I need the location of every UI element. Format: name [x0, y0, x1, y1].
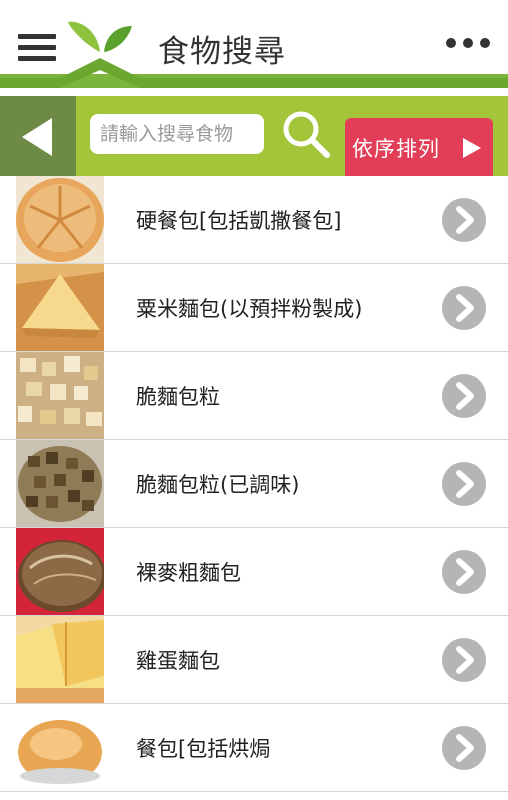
list-item[interactable]: 硬餐包[包括凱撒餐包]	[0, 176, 508, 264]
chevron-right-icon[interactable]	[442, 374, 486, 418]
play-arrow-icon	[463, 138, 481, 158]
dot-icon	[480, 38, 490, 48]
list-item[interactable]: 雞蛋麵包	[0, 616, 508, 704]
list-item[interactable]: 脆麵包粒	[0, 352, 508, 440]
dot-icon	[463, 38, 473, 48]
dinner-roll-thumbnail	[16, 704, 104, 791]
menu-button[interactable]	[18, 34, 56, 64]
food-name: 餐包[包括烘焗	[136, 737, 271, 761]
chevron-right-icon[interactable]	[442, 462, 486, 506]
search-input[interactable]	[90, 114, 264, 154]
cornbread-thumbnail	[16, 264, 104, 351]
menu-bar-icon	[18, 56, 56, 61]
egg-bread-thumbnail	[16, 616, 104, 703]
list-item[interactable]: 脆麵包粒(已調味)	[0, 440, 508, 528]
menu-bar-icon	[18, 34, 56, 39]
chevron-right-icon[interactable]	[442, 286, 486, 330]
food-name: 雞蛋麵包	[136, 649, 220, 673]
back-button[interactable]	[0, 96, 76, 178]
kaiser-roll-thumbnail	[16, 176, 104, 263]
food-name: 裸麥粗麵包	[136, 561, 241, 585]
list-item[interactable]: 餐包[包括烘焗	[0, 704, 508, 792]
more-options-button[interactable]	[446, 38, 496, 54]
list-item[interactable]: 粟米麵包(以預拌粉製成)	[0, 264, 508, 352]
chevron-right-icon[interactable]	[442, 198, 486, 242]
dot-icon	[446, 38, 456, 48]
food-name: 脆麵包粒	[136, 385, 220, 409]
back-arrow-icon	[22, 118, 52, 156]
app-header: 食物搜尋	[0, 0, 508, 96]
chevron-right-icon[interactable]	[442, 550, 486, 594]
food-name: 粟米麵包(以預拌粉製成)	[136, 297, 363, 321]
sort-label: 依序排列	[352, 137, 440, 161]
chevron-right-icon[interactable]	[442, 638, 486, 682]
search-icon	[283, 111, 330, 158]
menu-bar-icon	[18, 45, 56, 50]
page-title: 食物搜尋	[158, 34, 286, 70]
search-toolbar: 依序排列	[0, 96, 508, 178]
food-name: 脆麵包粒(已調味)	[136, 473, 300, 497]
rye-loaf-thumbnail	[16, 528, 104, 615]
list-item[interactable]: 裸麥粗麵包	[0, 528, 508, 616]
sort-button[interactable]: 依序排列	[345, 118, 493, 178]
food-name: 硬餐包[包括凱撒餐包]	[136, 209, 342, 233]
seasoned-croutons-thumbnail	[16, 440, 104, 527]
food-list: 硬餐包[包括凱撒餐包] 粟米麵包(以預拌粉製成) 脆麵包粒 脆麵包粒(已調味) …	[0, 176, 508, 792]
chevron-right-icon[interactable]	[442, 726, 486, 770]
croutons-thumbnail	[16, 352, 104, 439]
search-button[interactable]	[280, 108, 332, 160]
